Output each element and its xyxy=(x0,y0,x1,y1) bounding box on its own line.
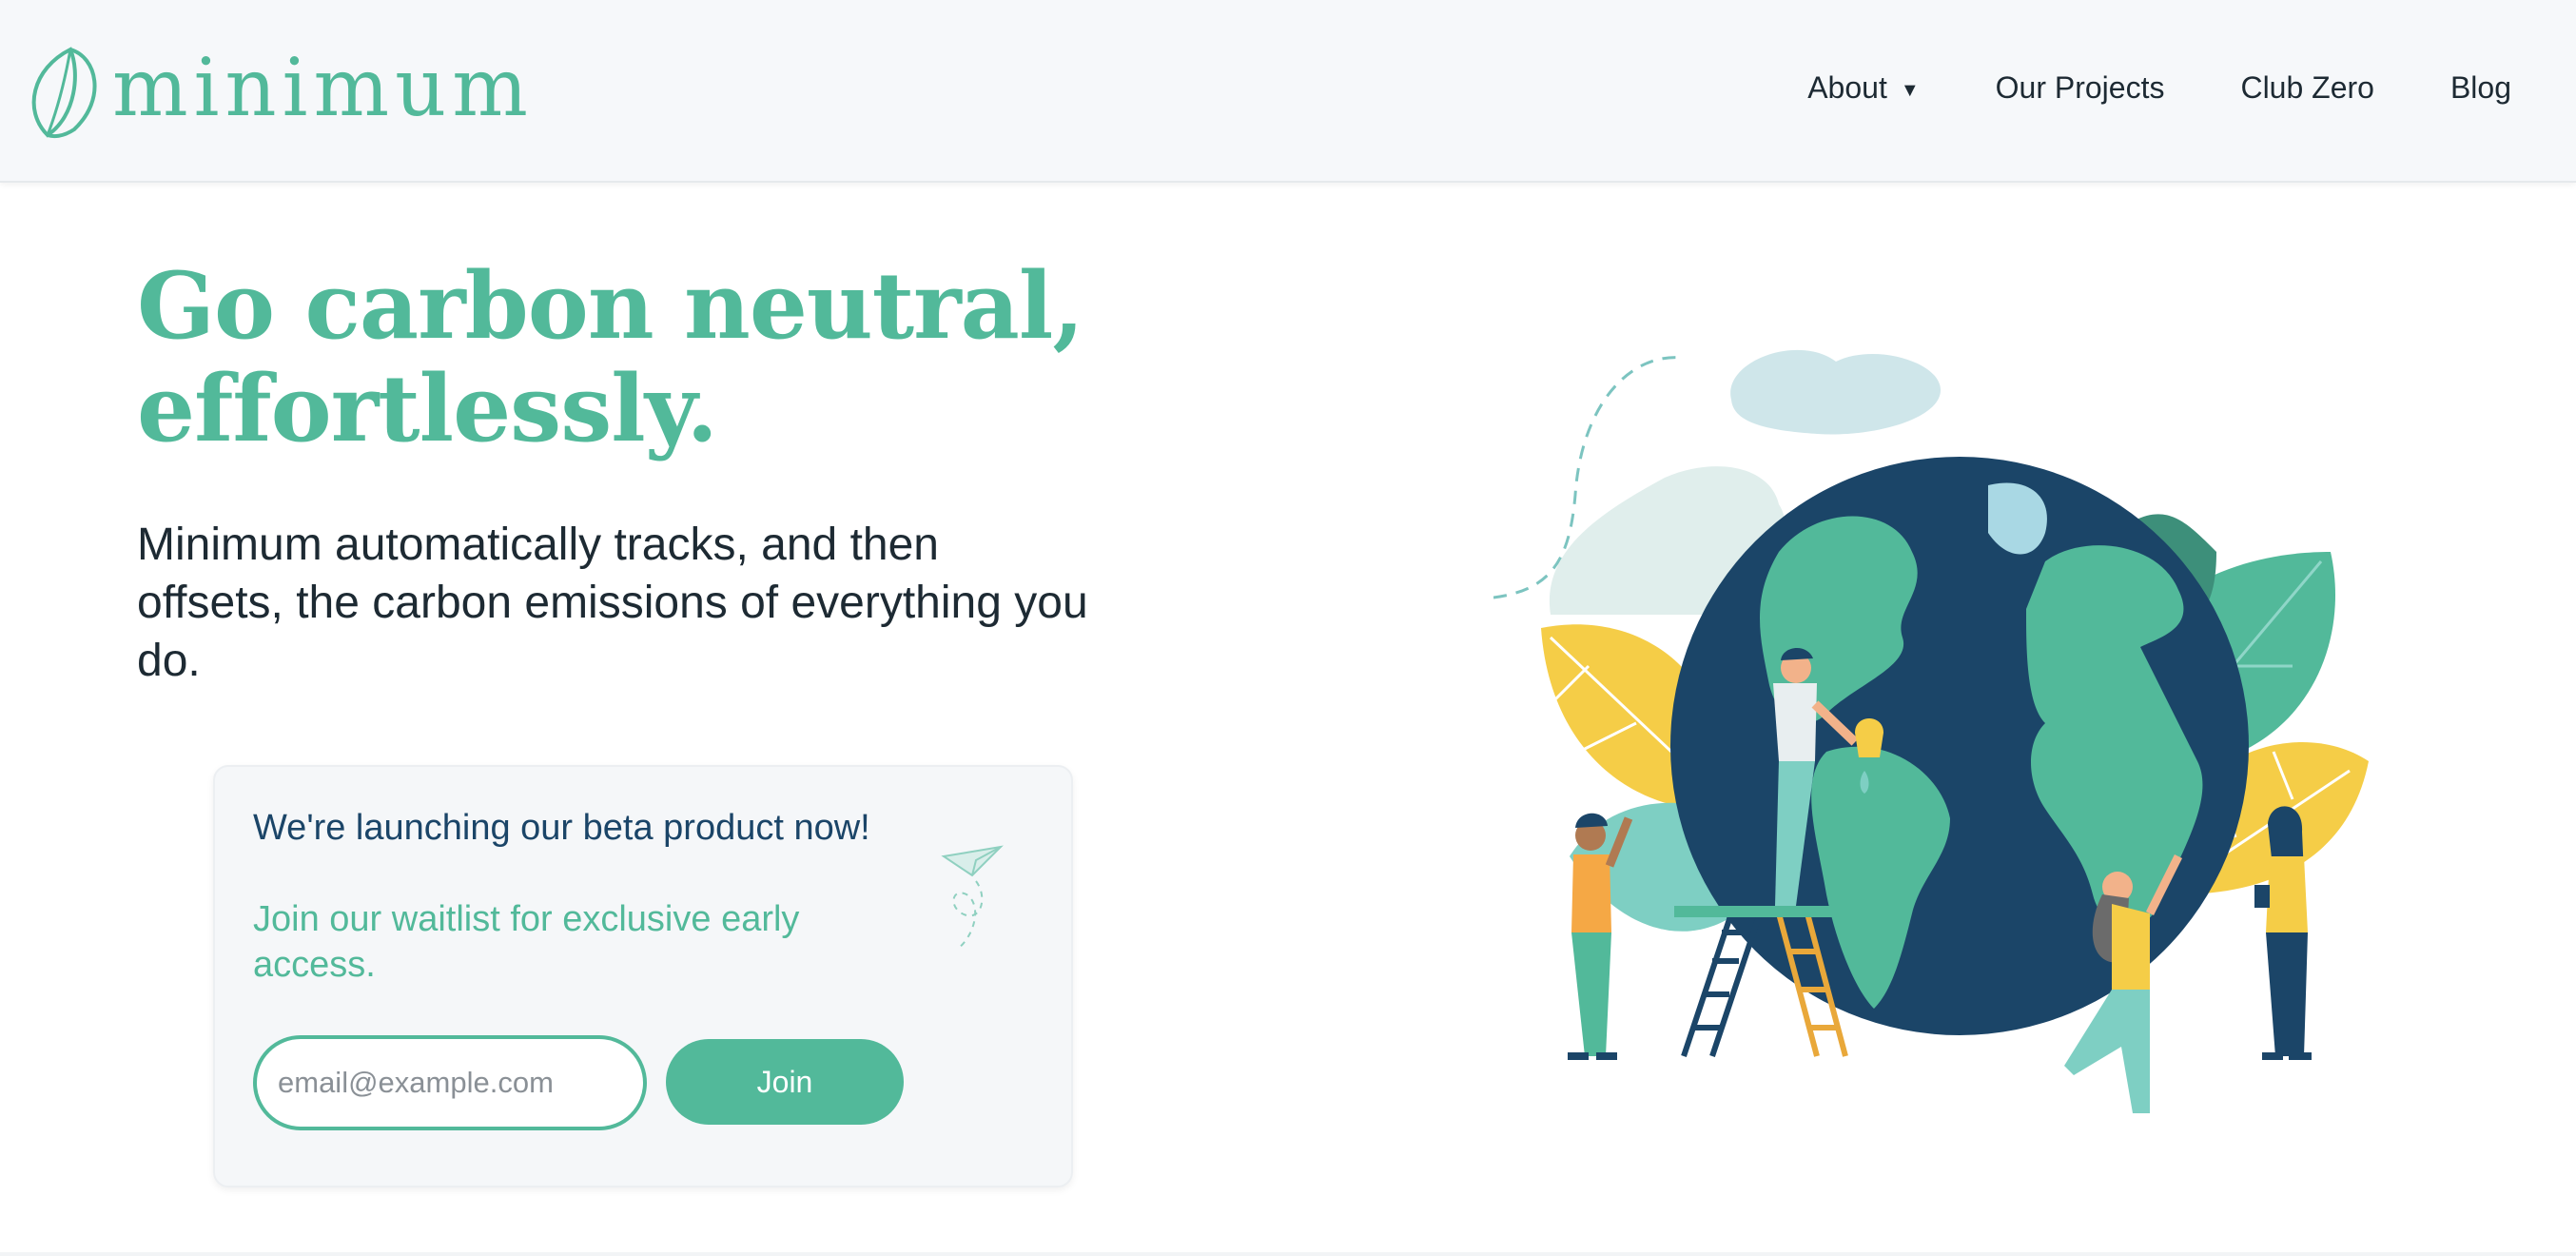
email-input[interactable] xyxy=(253,1035,647,1130)
waitlist-announcement: We're launching our beta product now! xyxy=(253,808,870,848)
brand-name: minimum xyxy=(112,41,534,134)
paper-plane-icon xyxy=(941,845,1004,951)
hero-subtitle: Minimum automatically tracks, and then o… xyxy=(137,520,1088,686)
brand-logo[interactable]: minimum xyxy=(29,42,534,141)
main-nav: About ▼ Our Projects Club Zero Blog xyxy=(1807,57,2511,118)
leaf-logo-icon xyxy=(31,47,97,139)
site-header: minimum About ▼ Our Projects Club Zero B… xyxy=(0,0,2576,183)
caret-down-icon: ▼ xyxy=(1900,79,1920,101)
hero-title-line1: Go carbon neutral, xyxy=(137,252,1084,360)
nav-club-zero[interactable]: Club Zero xyxy=(2240,70,2374,106)
join-button[interactable]: Join xyxy=(666,1039,904,1125)
nav-about[interactable]: About ▼ xyxy=(1807,70,1919,106)
nav-our-projects-label: Our Projects xyxy=(1995,69,2165,105)
nav-blog-label: Blog xyxy=(2449,69,2511,105)
hero-title-line2: effortlessly. xyxy=(137,355,718,462)
page-divider xyxy=(0,1252,2576,1256)
nav-blog[interactable]: Blog xyxy=(2450,70,2511,106)
waitlist-invite: Join our waitlist for exclusive early ac… xyxy=(253,899,800,985)
waitlist-card: We're launching our beta product now! Jo… xyxy=(213,765,1073,1187)
earth-globe-illustration xyxy=(1493,349,2369,1113)
nav-our-projects[interactable]: Our Projects xyxy=(1996,70,2165,106)
nav-club-zero-label: Club Zero xyxy=(2240,69,2374,105)
nav-about-label: About xyxy=(1807,69,1887,105)
hero-title: Go carbon neutral, effortlessly. xyxy=(137,255,1088,461)
